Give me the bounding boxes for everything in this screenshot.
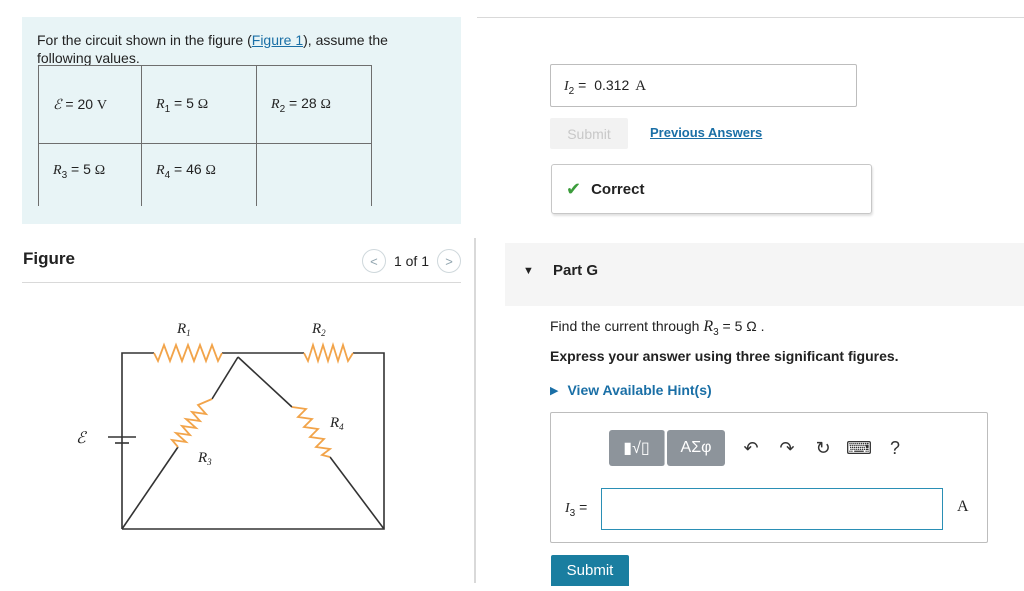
view-hints-label: View Available Hint(s) [567, 382, 712, 398]
left-pane: For the circuit shown in the figure (Fig… [22, 17, 462, 583]
values-table: ℰ = 20 V R1 = 5 Ω R2 = 28 Ω R3 = 5 Ω R4 … [38, 65, 372, 206]
correct-feedback: ✔ Correct [551, 164, 872, 214]
part-g-question: Find the current through R3 = 5 Ω . [550, 318, 765, 338]
pager-text: 1 of 1 [393, 253, 429, 269]
chevron-right-icon[interactable]: > [437, 249, 461, 273]
caret-down-icon[interactable]: ▼ [523, 265, 534, 277]
math-toolbar: ▮√▯ ΑΣφ ↶ ↷ ↻ ⌨ ? [609, 430, 913, 466]
problem-statement: For the circuit shown in the figure (Fig… [37, 31, 437, 67]
resistor-r3 [169, 398, 213, 448]
value-cell-emf: ℰ = 20 V [38, 65, 142, 144]
label-r3: R3 [197, 450, 212, 467]
figure-link[interactable]: Figure 1 [252, 32, 303, 48]
value-cell-r4: R4 = 46 Ω [141, 143, 257, 206]
answer-input[interactable] [601, 488, 943, 530]
label-r1: R1 [176, 321, 191, 338]
previous-answer-value: 0.312 [594, 77, 630, 93]
value-cell-r1: R1 = 5 Ω [141, 65, 257, 144]
part-g-instruction: Express your answer using three signific… [550, 348, 899, 364]
previous-answer-field: I2 = 0.312 A [550, 64, 857, 107]
view-hints-toggle[interactable]: ▶ View Available Hint(s) [550, 382, 712, 398]
resistor-r4 [291, 406, 333, 458]
template-button-group: ▮√▯ [609, 430, 665, 466]
value-cell-r2: R2 = 28 Ω [256, 65, 372, 144]
caret-right-icon: ▶ [550, 384, 559, 397]
label-r2: R2 [311, 321, 326, 338]
figure-pager: < 1 of 1 > [361, 249, 461, 273]
reset-icon[interactable]: ↻ [805, 430, 841, 466]
figure-title: Figure [23, 249, 75, 268]
value-cell-empty [256, 143, 372, 206]
chevron-left-icon[interactable]: < [361, 249, 386, 273]
help-button[interactable]: ? [877, 430, 913, 466]
figure-header: Figure < 1 of 1 > [22, 243, 461, 283]
label-r4: R4 [329, 415, 344, 432]
right-pane: I2 = 0.312 A Submit Previous Answers ✔ Co… [505, 17, 1024, 587]
answer-variable-label: I3 = [565, 499, 588, 519]
problem-box: For the circuit shown in the figure (Fig… [22, 17, 461, 224]
check-icon: ✔ [566, 178, 582, 199]
keyboard-icon[interactable]: ⌨ [841, 430, 877, 466]
part-g-title: Part G [553, 262, 599, 279]
answer-unit: A [957, 498, 969, 515]
resistor-r1 [153, 342, 223, 364]
templates-button[interactable]: ▮√▯ [609, 430, 665, 466]
label-emf: ℰ [76, 430, 88, 447]
answer-editor: ▮√▯ ΑΣφ ↶ ↷ ↻ ⌨ ? I3 = A [550, 412, 988, 543]
pane-divider[interactable] [474, 238, 476, 583]
problem-text-start: For the circuit shown in the figure ( [37, 32, 252, 48]
submit-button[interactable]: Submit [551, 555, 629, 586]
part-g-header[interactable]: ▼ Part G [505, 243, 1024, 306]
previous-answers-link[interactable]: Previous Answers [650, 125, 762, 140]
value-cell-r3: R3 = 5 Ω [38, 143, 142, 206]
resistor-r2 [303, 341, 354, 365]
circuit-diagram: R1 R2 R3 R4 ℰ [76, 321, 385, 530]
redo-icon[interactable]: ↷ [769, 430, 805, 466]
greek-symbols-button[interactable]: ΑΣφ [667, 430, 725, 466]
correct-label: Correct [591, 180, 645, 198]
undo-icon[interactable]: ↶ [733, 430, 769, 466]
submit-button-disabled[interactable]: Submit [550, 118, 628, 149]
